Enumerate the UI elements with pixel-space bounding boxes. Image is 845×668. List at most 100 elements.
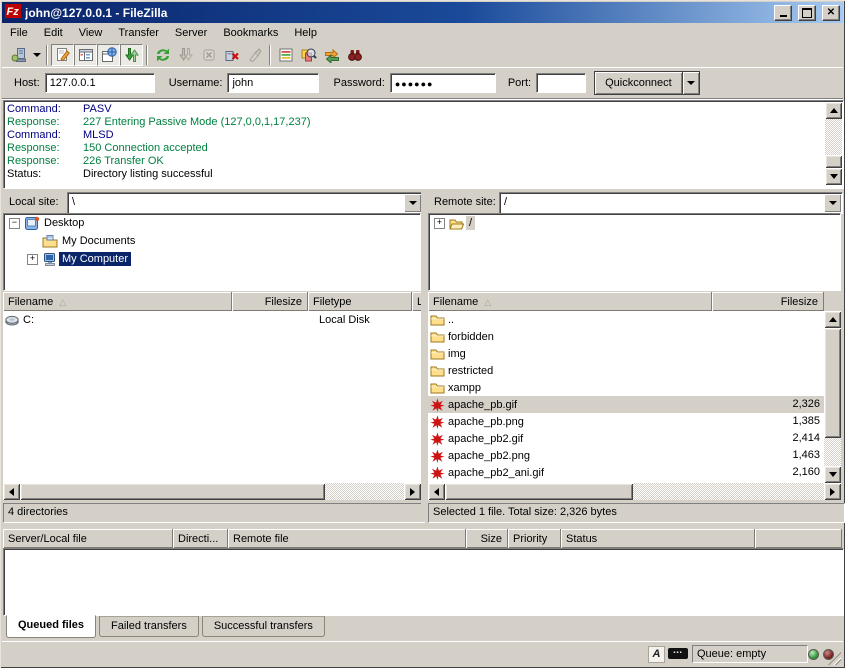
scrollbar-thumb[interactable] — [20, 483, 325, 500]
tree-item[interactable]: −Desktop — [4, 214, 420, 232]
column-header-filesize[interactable]: Filesize — [232, 292, 308, 311]
queue-list[interactable] — [3, 548, 844, 616]
log-line-text: 227 Entering Passive Mode (127,0,0,1,17,… — [83, 116, 310, 128]
tree-item[interactable]: My Documents — [4, 232, 420, 250]
file-row[interactable]: apache_pb.png1,385 — [428, 413, 824, 430]
toolbar — [2, 42, 843, 68]
filter-icon[interactable] — [274, 44, 297, 66]
scrollbar-thumb[interactable] — [825, 155, 842, 168]
disconnect-icon[interactable] — [220, 44, 243, 66]
find-icon[interactable] — [343, 44, 366, 66]
column-header-server-local-file[interactable]: Server/Local file — [3, 529, 173, 548]
menu-edit[interactable]: Edit — [36, 24, 71, 42]
quickconnect-button[interactable]: Quickconnect — [594, 71, 683, 95]
tree-item[interactable]: +/ — [429, 214, 840, 232]
file-row[interactable]: apache_pb2.gif2,414 — [428, 430, 824, 447]
cancel-icon[interactable] — [197, 44, 220, 66]
scroll-down-button[interactable] — [825, 168, 842, 185]
tree-item[interactable]: +My Computer — [4, 250, 420, 268]
column-header-directi-[interactable]: Directi... — [173, 529, 228, 548]
file-row[interactable]: apache_pb2.png1,463 — [428, 447, 824, 464]
file-row[interactable]: apache_pb2_ani.gif2,160 — [428, 464, 824, 481]
menu-bookmarks[interactable]: Bookmarks — [215, 24, 286, 42]
close-button[interactable]: ✕ — [822, 5, 840, 21]
process-queue-icon[interactable] — [174, 44, 197, 66]
compare-icon[interactable] — [297, 44, 320, 66]
panel-splitter[interactable] — [421, 192, 428, 522]
scroll-right-button[interactable] — [824, 483, 841, 500]
transfer-type-icon[interactable]: A — [648, 646, 665, 663]
local-tree-toggle-icon[interactable] — [74, 44, 97, 66]
toolbar-separator — [146, 45, 148, 65]
scroll-down-button[interactable] — [824, 466, 841, 483]
refresh-icon[interactable] — [151, 44, 174, 66]
menu-help[interactable]: Help — [286, 24, 325, 42]
log-scrollbar[interactable] — [825, 102, 842, 185]
minimize-button[interactable] — [774, 5, 792, 21]
tab-successful-transfers[interactable]: Successful transfers — [202, 616, 325, 637]
file-size — [712, 345, 824, 362]
sort-ascending-icon: △ — [484, 293, 491, 311]
local-site-dropdown-button[interactable] — [404, 194, 421, 212]
file-row[interactable]: .. — [428, 311, 824, 328]
remote-tree-toggle-icon[interactable] — [97, 44, 120, 66]
speed-limit-icon[interactable]: ▪▪▪ — [668, 648, 688, 659]
quickconnect-bar: Host: 127.0.0.1 Username: john Password:… — [2, 68, 843, 99]
column-header-priority[interactable]: Priority — [508, 529, 561, 548]
reconnect-icon[interactable] — [243, 44, 266, 66]
log-line-text: 150 Connection accepted — [83, 142, 208, 154]
scroll-left-button[interactable] — [428, 483, 445, 500]
remote-vscrollbar[interactable] — [824, 311, 841, 483]
site-manager-icon[interactable] — [7, 44, 30, 66]
file-row[interactable]: forbidden — [428, 328, 824, 345]
host-input[interactable]: 127.0.0.1 — [45, 73, 155, 93]
title-bar[interactable]: Fz john@127.0.0.1 - FileZilla ✕ — [2, 2, 843, 23]
scroll-left-button[interactable] — [3, 483, 20, 500]
local-hscrollbar[interactable] — [3, 483, 421, 500]
column-header-label: Priority — [513, 530, 547, 548]
column-header-filename[interactable]: Filename△ — [3, 292, 232, 311]
message-log-toggle-icon[interactable] — [51, 44, 74, 66]
menu-server[interactable]: Server — [167, 24, 215, 42]
menu-transfer[interactable]: Transfer — [110, 24, 167, 42]
remote-site-dropdown-button[interactable] — [824, 194, 841, 212]
transfer-queue-toggle-icon[interactable] — [120, 44, 143, 66]
username-input[interactable]: john — [227, 73, 319, 93]
file-row[interactable]: restricted — [428, 362, 824, 379]
scroll-up-button[interactable] — [824, 311, 841, 328]
column-header-blank[interactable] — [755, 529, 842, 548]
column-header-filetype[interactable]: Filetype — [308, 292, 412, 311]
file-row[interactable]: xampp — [428, 379, 824, 396]
scrollbar-thumb[interactable] — [824, 328, 841, 438]
file-row[interactable]: apache_pb.gif2,326 — [428, 396, 824, 413]
documents-icon — [42, 234, 59, 248]
local-site-combobox[interactable]: \ — [67, 192, 423, 214]
scroll-up-button[interactable] — [825, 102, 842, 119]
scroll-right-button[interactable] — [404, 483, 421, 500]
file-row[interactable]: img — [428, 345, 824, 362]
message-log: Command:PASVResponse:227 Entering Passiv… — [3, 100, 844, 189]
file-row[interactable]: C:Local Disk — [3, 311, 421, 328]
password-input[interactable]: ●●●●●● — [390, 73, 496, 93]
column-header-filesize[interactable]: Filesize — [712, 292, 824, 311]
tab-failed-transfers[interactable]: Failed transfers — [99, 616, 199, 637]
expand-icon[interactable]: + — [434, 218, 445, 229]
remote-site-combobox[interactable]: / — [499, 192, 843, 214]
sync-browse-icon[interactable] — [320, 44, 343, 66]
menu-file[interactable]: File — [2, 24, 36, 42]
collapse-icon[interactable]: − — [9, 218, 20, 229]
column-header-status[interactable]: Status — [561, 529, 755, 548]
column-header-size[interactable]: Size — [466, 529, 508, 548]
scrollbar-thumb[interactable] — [445, 483, 633, 500]
maximize-button[interactable] — [798, 5, 816, 21]
quickconnect-dropdown-button[interactable] — [683, 71, 700, 95]
tab-queued-files[interactable]: Queued files — [6, 615, 96, 638]
port-input[interactable] — [536, 73, 586, 93]
column-header-remote-file[interactable]: Remote file — [228, 529, 466, 548]
minimize-icon — [780, 15, 787, 17]
column-header-filename[interactable]: Filename△ — [428, 292, 712, 311]
expand-icon[interactable]: + — [27, 254, 38, 265]
remote-hscrollbar[interactable] — [428, 483, 841, 500]
site-manager-dropdown-icon[interactable] — [30, 44, 43, 66]
menu-view[interactable]: View — [71, 24, 111, 42]
